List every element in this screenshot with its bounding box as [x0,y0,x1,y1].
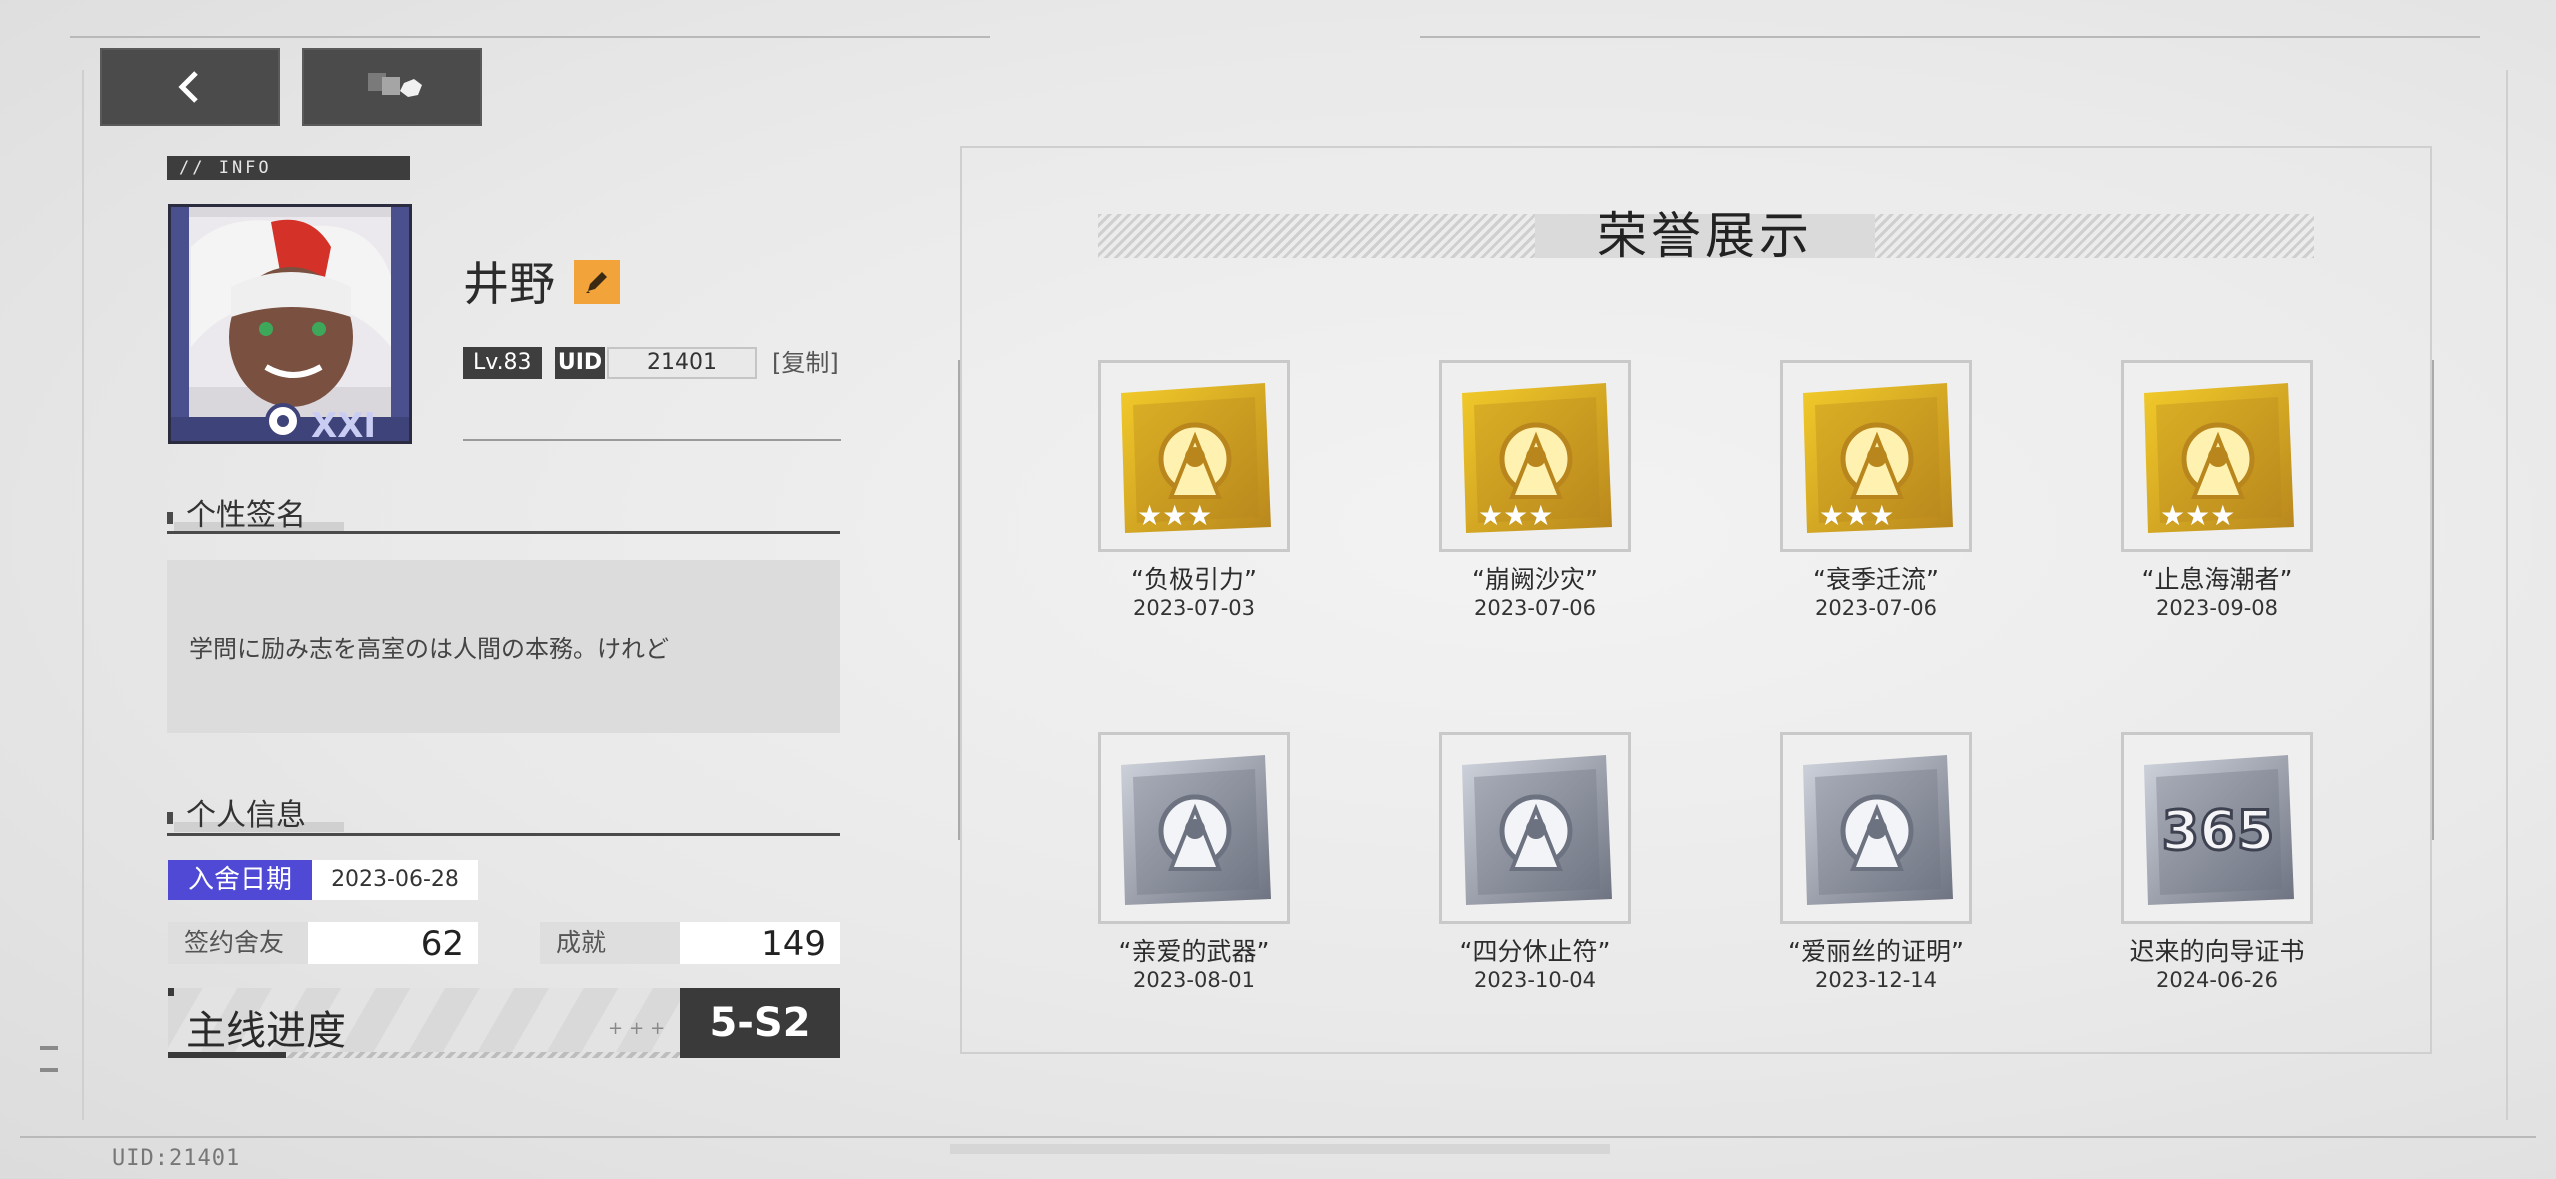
progress-value: 5-S2 [680,988,840,1058]
svg-text:★★★: ★★★ [2160,499,2235,532]
medal-7[interactable] [1780,732,1972,924]
medal-date: 2023-08-01 [1132,968,1256,992]
gold-medal-icon: ★★★ [2144,383,2294,533]
silver-medal-icon [1121,755,1271,905]
gold-medal-icon: ★★★ [1462,383,1612,533]
signature-title: 个性签名 [174,490,344,534]
side-tick [40,1046,58,1050]
frame-bottom-line [20,1136,2536,1138]
level-badge: Lv.83 [463,347,542,379]
avatar-portrait-icon: XXI [171,207,409,441]
silver-medal-icon [1462,755,1612,905]
personal-info-title: 个人信息 [174,790,344,834]
uid-label: UID [555,347,605,379]
personal-info-title-text: 个人信息 [186,798,306,833]
name-underline [463,439,841,441]
footer-uid: UID:21401 [112,1146,241,1171]
medal-3[interactable]: ★★★ [1780,360,1972,552]
progress-plus: +++ [608,1018,672,1039]
contract-value: 62 [420,924,464,964]
svg-text:365: 365 [2162,799,2275,862]
svg-text:XXI: XXI [311,406,376,441]
frame-top-right-line [1420,36,2480,38]
medal-name: “亲爱的武器” [1118,937,1270,966]
avatar[interactable]: XXI [168,204,412,444]
cubes-icon [368,73,422,97]
medal-name: “四分休止符” [1459,937,1611,966]
achievement-stat: 成就 149 [540,922,840,964]
medal-name: “负极引力” [1131,565,1257,594]
edit-name-button[interactable] [574,260,620,304]
svg-text:★★★: ★★★ [1478,499,1553,532]
silver-medal-icon [1803,755,1953,905]
side-tick [40,1068,58,1072]
contract-stat: 签约舍友 62 [168,922,478,964]
medal-4[interactable]: ★★★ [2121,360,2313,552]
medal-date: 2023-07-06 [1473,596,1597,620]
copy-uid-button[interactable]: [复制] [772,347,839,379]
honor-title: 荣誉展示 [1597,207,1813,265]
signature-text: 学問に励み志を高室のは人間の本務。けれど [189,635,669,663]
medal-2[interactable]: ★★★ [1439,360,1631,552]
join-date-label: 入舍日期 [168,860,312,900]
frame-left-line [82,70,84,1120]
medal-6[interactable] [1439,732,1631,924]
scroll-track[interactable] [950,1144,1610,1154]
achievement-label: 成就 [540,922,680,964]
gold-medal-icon: ★★★ [1121,383,1271,533]
medal-1[interactable]: ★★★ [1098,360,1290,552]
section-marker [167,512,173,524]
medal-name: “衰季迁流” [1813,565,1939,594]
join-date-value: 2023-06-28 [312,860,478,900]
personal-info-rule [167,833,840,836]
progress-bar-fill [168,1052,286,1058]
frame-top-left-line [70,36,990,38]
gold-medal-icon: ★★★ [1803,383,1953,533]
signature-title-text: 个性签名 [186,498,306,533]
medal-name: 迟来的向导证书 [2129,937,2305,966]
back-button[interactable] [100,48,280,126]
medal-5[interactable] [1098,732,1290,924]
frame-right-line [2506,70,2508,1120]
svg-text:★★★: ★★★ [1819,499,1894,532]
switch-button[interactable] [302,48,482,126]
chevron-left-icon [178,71,198,103]
signature-box[interactable]: 学問に励み志を高室のは人間の本務。けれど [167,560,840,733]
medal-date: 2023-07-03 [1132,596,1256,620]
section-marker [167,812,173,824]
medal-8[interactable]: 365 [2121,732,2313,924]
achievement-value: 149 [761,924,826,964]
player-name: 井野 [463,257,555,311]
silver-medal-icon: 365 [2144,755,2294,905]
contract-label: 签约舍友 [168,922,308,964]
medal-date: 2023-07-06 [1814,596,1938,620]
svg-text:★★★: ★★★ [1137,499,1212,532]
pencil-icon [586,272,607,293]
medal-name: “爱丽丝的证明” [1788,937,1964,966]
progress-marker [168,988,174,996]
signature-rule [167,531,840,534]
medal-name: “止息海潮者” [2141,565,2293,594]
main-story-progress: 主线进度 +++ 5-S2 [168,988,840,1058]
medal-date: 2023-12-14 [1814,968,1938,992]
uid-value: 21401 [607,347,757,379]
info-tag: // INFO [167,156,410,180]
medal-date: 2023-10-04 [1473,968,1597,992]
medal-name: “崩阙沙灾” [1472,565,1598,594]
medal-date: 2024-06-26 [2155,968,2279,992]
progress-label: 主线进度 [186,1008,346,1054]
medal-date: 2023-09-08 [2155,596,2279,620]
